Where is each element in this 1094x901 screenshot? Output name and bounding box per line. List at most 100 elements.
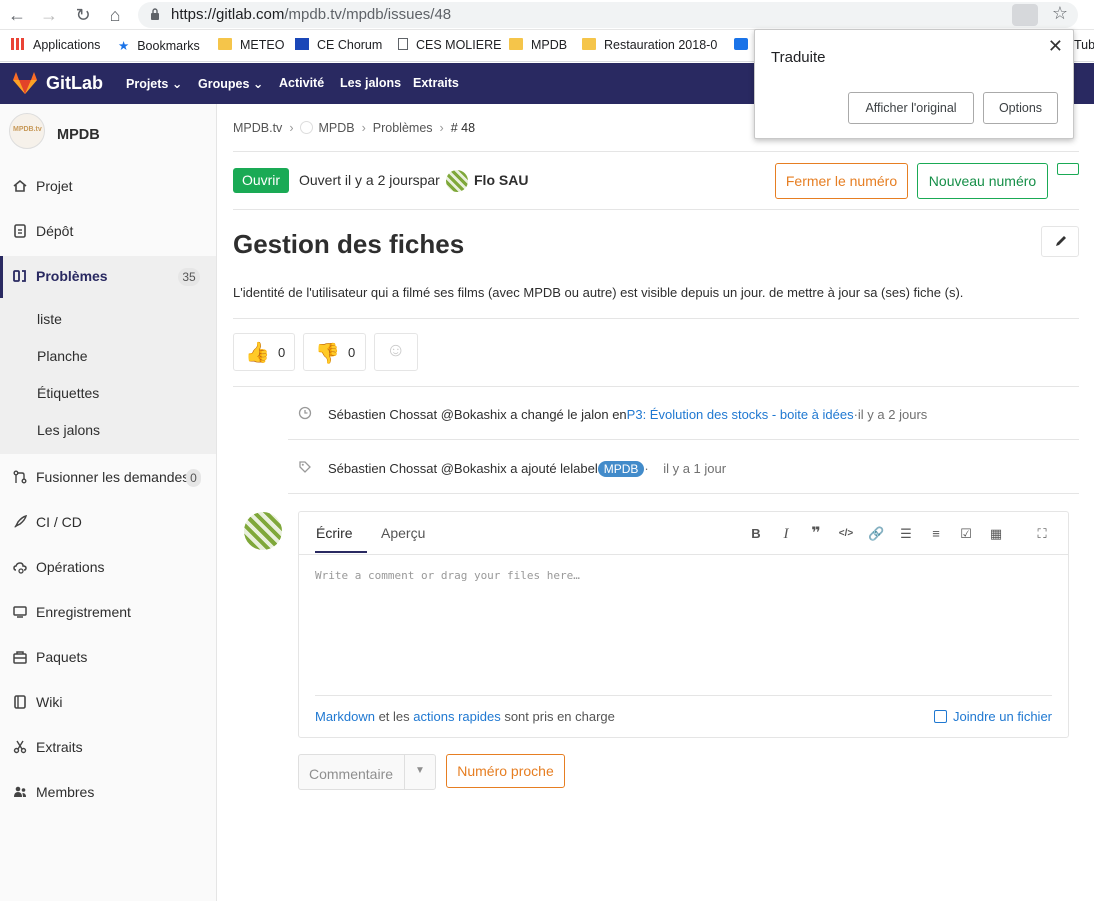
bookmark-applications[interactable]: Applications bbox=[11, 38, 100, 52]
author-name[interactable]: Flo SAU bbox=[474, 172, 528, 188]
bookmark-ces-moliere[interactable]: CES MOLIERE bbox=[398, 38, 501, 52]
book-icon bbox=[14, 695, 26, 709]
tag-icon bbox=[299, 461, 311, 473]
link-icon[interactable]: 🔗 bbox=[868, 526, 884, 542]
breadcrumb-group[interactable]: MPDB.tv bbox=[233, 121, 282, 135]
gitlab-brand[interactable]: GitLab bbox=[46, 73, 103, 94]
bookmark-meteo[interactable]: METEO bbox=[218, 38, 284, 52]
table-icon[interactable]: ▦ bbox=[988, 526, 1004, 542]
users-icon bbox=[14, 786, 26, 797]
folder-icon bbox=[218, 38, 232, 50]
bookmark-c-site[interactable] bbox=[734, 38, 756, 52]
issue-description: L'identité de l'utilisateur qui a filmé … bbox=[233, 285, 964, 300]
add-reaction-button[interactable]: ☺ bbox=[374, 333, 418, 371]
code-icon[interactable]: </> bbox=[838, 526, 854, 542]
forward-arrow-icon[interactable]: → bbox=[38, 4, 60, 26]
sidebar-item-registry[interactable]: Enregistrement bbox=[0, 592, 216, 634]
quick-actions-link[interactable]: actions rapides bbox=[413, 709, 500, 724]
current-user-avatar[interactable] bbox=[244, 512, 282, 550]
project-avatar[interactable]: MPDB.tv bbox=[9, 113, 45, 149]
nav-milestones[interactable]: Les jalons bbox=[340, 76, 401, 90]
sidebar-item-repository[interactable]: Dépôt bbox=[0, 211, 216, 253]
submenu-item-board[interactable]: Planche bbox=[37, 348, 88, 364]
sidebar-item-ci-cd[interactable]: CI / CD bbox=[0, 502, 216, 544]
numbered-list-icon[interactable]: ≡ bbox=[928, 526, 944, 542]
caret-down-icon[interactable]: ▼ bbox=[415, 765, 425, 776]
bookmark-tub[interactable]: Tub bbox=[1074, 38, 1094, 52]
star-icon[interactable]: ☆ bbox=[1052, 3, 1068, 24]
translate-options-button[interactable]: Options bbox=[983, 92, 1058, 124]
issue-title: Gestion des fiches bbox=[233, 229, 465, 259]
author-avatar[interactable] bbox=[446, 170, 468, 192]
sidebar-item-packages[interactable]: Paquets bbox=[0, 637, 216, 679]
issues-icon bbox=[13, 270, 26, 282]
bold-icon[interactable]: B bbox=[748, 526, 764, 542]
bookmark-label: Restauration 2018-05 bbox=[604, 38, 717, 52]
new-issue-button[interactable]: Nouveau numéro bbox=[917, 163, 1048, 199]
active-tab-underline bbox=[315, 551, 367, 553]
label-badge[interactable]: MPDB bbox=[597, 461, 645, 477]
sidebar-item-snippets[interactable]: Extraits bbox=[0, 727, 216, 769]
thumbs-up-icon: 👍 bbox=[245, 342, 270, 364]
note-text: Sébastien Chossat @Bokashix a changé le … bbox=[328, 407, 927, 422]
divider bbox=[233, 318, 1079, 319]
breadcrumb-project[interactable]: MPDB bbox=[318, 121, 354, 135]
sidebar-item-wiki[interactable]: Wiki bbox=[0, 682, 216, 724]
sidebar-item-label: CI / CD bbox=[36, 514, 82, 530]
url-text: https://gitlab.com/mpdb.tv/mpdb/issues/4… bbox=[171, 6, 451, 23]
breadcrumb-issues[interactable]: Problèmes bbox=[373, 121, 433, 135]
sidebar-item-project[interactable]: Projet bbox=[0, 166, 216, 208]
sidebar-toggle-button[interactable] bbox=[1057, 163, 1079, 175]
comment-button[interactable]: Commentaire ▼ bbox=[298, 754, 436, 790]
reload-icon[interactable]: ↻ bbox=[72, 4, 94, 26]
milestone-link[interactable]: P3: Évolution des stocks - boite à idées bbox=[627, 407, 854, 422]
breadcrumb-issue-number[interactable]: # 48 bbox=[451, 121, 475, 135]
attach-file-button[interactable]: Joindre un fichier bbox=[934, 709, 1052, 724]
address-bar[interactable]: https://gitlab.com/mpdb.tv/mpdb/issues/4… bbox=[138, 2, 1078, 28]
gitlab-logo-icon[interactable] bbox=[12, 71, 38, 95]
close-issue-button[interactable]: Fermer le numéro bbox=[775, 163, 908, 199]
submenu-item-list[interactable]: liste bbox=[37, 311, 62, 327]
bookmark-ce-chorum[interactable]: CE Chorum bbox=[295, 38, 382, 52]
star-bookmark-icon: ★ bbox=[118, 39, 130, 53]
translate-icon[interactable] bbox=[1012, 4, 1038, 26]
breadcrumb: MPDB.tv › MPDB › Problèmes › # 48 bbox=[233, 121, 475, 135]
tab-write[interactable]: Écrire bbox=[316, 525, 353, 541]
edit-button[interactable] bbox=[1041, 226, 1079, 257]
thumbs-down-button[interactable]: 👎 0 bbox=[303, 333, 366, 371]
sidebar-item-issues[interactable]: Problèmes 35 bbox=[0, 256, 216, 298]
bookmark-restauration[interactable]: Restauration 2018-05 bbox=[582, 38, 717, 52]
home-button-icon[interactable]: ⌂ bbox=[104, 4, 126, 26]
back-arrow-icon[interactable]: ← bbox=[6, 4, 28, 26]
nav-groups[interactable]: Groupes ⌄ bbox=[198, 76, 263, 91]
nav-activity[interactable]: Activité bbox=[279, 76, 324, 90]
fullscreen-icon[interactable]: ⛶ bbox=[1034, 526, 1050, 542]
submenu-item-labels[interactable]: Étiquettes bbox=[37, 385, 99, 401]
bookmark-label: MPDB bbox=[531, 38, 568, 52]
thumbs-up-button[interactable]: 👍 0 bbox=[233, 333, 295, 371]
nav-projects[interactable]: Projets ⌄ bbox=[126, 76, 182, 91]
opened-meta: Ouvert il y a 2 jourspar bbox=[299, 172, 440, 188]
show-original-button[interactable]: Afficher l'original bbox=[848, 92, 974, 124]
project-name[interactable]: MPDB bbox=[57, 127, 100, 143]
sidebar-item-merge-requests[interactable]: Fusionner les demandes 0 bbox=[0, 457, 216, 499]
sidebar-item-operations[interactable]: Opérations bbox=[0, 547, 216, 589]
note-text: Sébastien Chossat @Bokashix a ajouté lel… bbox=[328, 461, 726, 477]
submenu-item-milestones[interactable]: Les jalons bbox=[37, 422, 100, 438]
comment-textarea[interactable]: Write a comment or drag your files here… bbox=[315, 569, 580, 582]
markdown-link[interactable]: Markdown bbox=[315, 709, 375, 724]
nav-snippets[interactable]: Extraits bbox=[413, 76, 459, 90]
close-issue-bottom-button[interactable]: Numéro proche bbox=[446, 754, 565, 788]
checklist-icon[interactable]: ☑ bbox=[958, 526, 974, 542]
bookmark-mpdb[interactable]: MPDB bbox=[509, 38, 567, 52]
cloud-icon bbox=[13, 562, 27, 574]
close-icon[interactable]: ✕ bbox=[1048, 36, 1063, 57]
bullet-list-icon[interactable]: ☰ bbox=[898, 526, 914, 542]
sidebar-item-members[interactable]: Membres bbox=[0, 772, 216, 814]
quote-icon[interactable]: ❞ bbox=[808, 526, 824, 542]
breadcrumb-avatar-icon bbox=[300, 121, 314, 134]
issues-submenu: liste Planche Étiquettes Les jalons bbox=[0, 298, 216, 454]
italic-icon[interactable]: I bbox=[778, 526, 794, 542]
bookmark-bookmarks[interactable]: ★ Bookmarks bbox=[118, 38, 200, 53]
tab-preview[interactable]: Aperçu bbox=[381, 525, 425, 541]
